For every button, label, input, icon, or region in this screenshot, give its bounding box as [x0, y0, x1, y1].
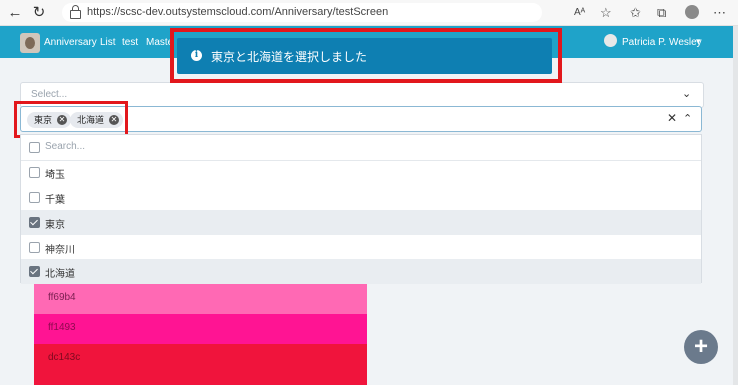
chevron-up-icon[interactable]: ⌃: [683, 112, 692, 125]
more-icon[interactable]: ⋯: [713, 4, 726, 22]
toast-highlight-frame: [170, 28, 562, 83]
option-item[interactable]: 埼玉: [21, 160, 701, 185]
clear-icon[interactable]: ✕: [667, 111, 677, 125]
color-swatch: dc143c: [34, 344, 367, 385]
collections-icon[interactable]: ✩: [630, 4, 641, 22]
option-item[interactable]: 神奈川: [21, 235, 701, 260]
option-label: 北海道: [45, 269, 75, 280]
address-bar[interactable]: https://scsc-dev.outsystemscloud.com/Ann…: [62, 3, 542, 22]
back-icon[interactable]: ←: [6, 4, 24, 22]
option-item[interactable]: 東京: [21, 210, 701, 235]
user-name[interactable]: Patricia P. Wesley: [622, 37, 702, 48]
option-item[interactable]: 北海道: [21, 259, 701, 284]
swatch-label: ff1493: [48, 322, 76, 333]
chevron-down-icon[interactable]: ⌄: [682, 87, 691, 100]
option-label: 埼玉: [45, 170, 65, 181]
profile-icon[interactable]: [685, 5, 699, 19]
search-input[interactable]: Search...: [45, 141, 85, 152]
scrollbar[interactable]: [733, 26, 738, 385]
option-checkbox[interactable]: [29, 192, 40, 203]
swatch-label: ff69b4: [48, 292, 76, 303]
search-row[interactable]: Search...: [21, 135, 701, 160]
color-swatch: ff69b4: [34, 284, 367, 314]
option-checkbox[interactable]: [29, 217, 40, 228]
browser-toolbar: ← ↻ https://scsc-dev.outsystemscloud.com…: [0, 0, 738, 26]
color-swatch: ff1493: [34, 314, 367, 344]
chips-highlight-frame: [14, 101, 128, 138]
chevron-down-icon[interactable]: ▾: [696, 36, 701, 47]
select-all-checkbox[interactable]: [29, 142, 40, 153]
swatch-label: dc143c: [48, 352, 81, 363]
lock-icon: [70, 5, 81, 19]
option-checkbox[interactable]: [29, 167, 40, 178]
read-aloud-icon[interactable]: Aᴬ: [574, 4, 585, 22]
url-text: https://scsc-dev.outsystemscloud.com/Ann…: [87, 6, 389, 18]
app-logo[interactable]: [20, 33, 40, 53]
option-label: 東京: [45, 220, 65, 231]
option-label: 千葉: [45, 195, 65, 206]
option-checkbox[interactable]: [29, 242, 40, 253]
add-button[interactable]: +: [684, 330, 718, 364]
dropdown-panel: Search... 埼玉 千葉 東京 神奈川 北海道: [20, 134, 702, 284]
menu-item-test[interactable]: test: [122, 37, 138, 48]
option-label: 神奈川: [45, 245, 75, 256]
app-title[interactable]: Anniversary: [44, 37, 97, 48]
select-placeholder: Select...: [31, 89, 68, 100]
option-checkbox[interactable]: [29, 266, 40, 277]
refresh-icon[interactable]: ↻: [30, 4, 48, 22]
option-item[interactable]: 千葉: [21, 185, 701, 210]
favorite-icon[interactable]: ☆: [600, 4, 612, 22]
menu-item-list[interactable]: List: [100, 37, 116, 48]
user-avatar[interactable]: [604, 34, 617, 47]
tabs-icon[interactable]: ⧉: [657, 4, 666, 22]
